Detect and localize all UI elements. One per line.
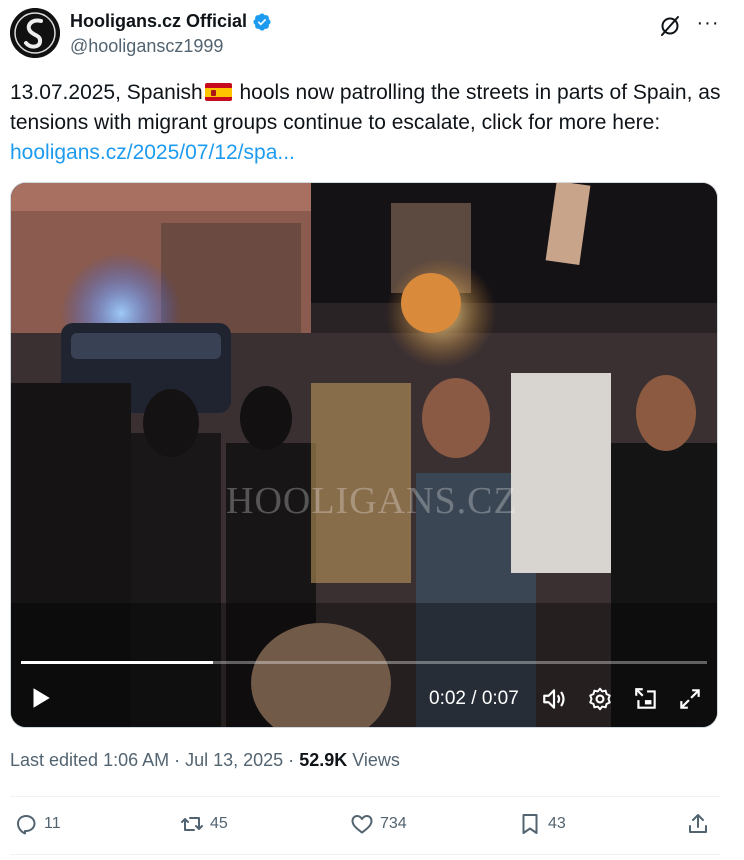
like-count: 734 [380,815,407,832]
verified-badge-icon [253,12,271,31]
like-button[interactable]: 734 [350,812,407,836]
author-name[interactable]: Hooligans.cz Official [70,11,272,32]
reply-count: 11 [44,815,61,832]
play-icon[interactable] [27,685,53,711]
repost-count: 45 [210,815,228,832]
bookmark-count: 43 [548,815,566,832]
display-name-text: Hooligans.cz Official [70,11,248,31]
views-count: 52.9K [299,750,348,770]
video-player[interactable]: HOOLIGANS.CZ 0:02 / 0:07 [10,182,718,728]
video-time: 0:02 / 0:07 [429,688,519,709]
more-options-icon[interactable]: ··· [696,13,720,38]
tweet-actions: 11 45 734 43 [14,812,720,842]
bookmark-icon [522,814,538,834]
spain-flag-icon [204,83,232,101]
reply-button[interactable]: 11 [14,812,61,836]
article-link[interactable]: hooligans.cz/2025/07/12/spa... [10,141,295,164]
picture-in-picture-icon[interactable] [633,686,659,712]
author-names: Hooligans.cz Official @hooliganscz1999 [70,11,272,57]
divider [10,854,720,855]
author-handle[interactable]: @hooliganscz1999 [70,36,272,57]
video-watermark: HOOLIGANS.CZ [226,480,518,522]
tweet-header: Hooligans.cz Official @hooliganscz1999 ·… [10,8,734,60]
bookmark-button[interactable]: 43 [518,812,566,836]
repost-icon [181,817,203,831]
settings-gear-icon[interactable] [587,686,613,712]
divider [10,796,720,797]
tweet-text-part-1: 13.07.2025, Spanish [10,81,203,104]
edited-timestamp[interactable]: Last edited 1:06 AM · Jul 13, 2025 · [10,750,299,770]
views-label: Views [347,750,400,770]
tweet-text: 13.07.2025, Spanish hools now patrolling… [10,78,730,168]
video-progress-fill [21,661,214,664]
tweet-meta: Last edited 1:06 AM · Jul 13, 2025 · 52.… [10,750,400,771]
avatar[interactable] [10,8,60,58]
video-frame [11,183,717,727]
heart-icon [351,815,373,834]
volume-icon[interactable] [541,686,567,712]
repost-button[interactable]: 45 [180,812,228,836]
fullscreen-icon[interactable] [677,686,703,712]
grok-icon[interactable] [658,14,682,38]
video-progress-bar[interactable] [21,661,707,664]
share-icon [689,814,707,833]
reply-icon [17,815,36,835]
share-button[interactable] [686,812,710,836]
